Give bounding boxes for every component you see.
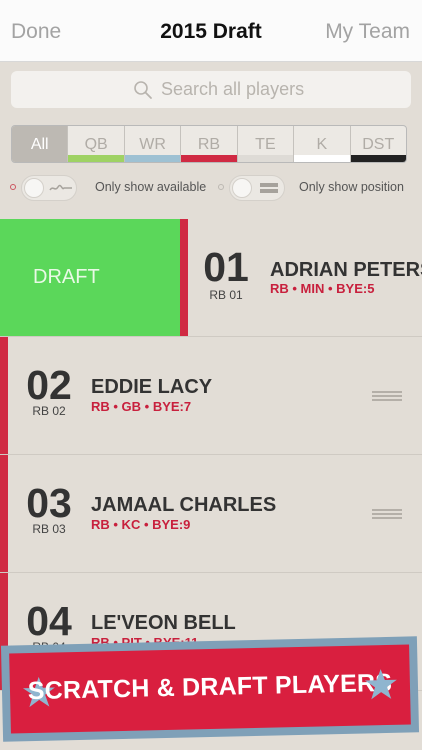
only-position-label: Only show position	[299, 180, 404, 194]
segment-dst[interactable]: DST	[350, 126, 406, 162]
position-filter: All QB WR RB TE K DST	[11, 125, 407, 163]
promo-banner: SCRATCH & DRAFT PLAYERS	[0, 636, 420, 742]
segment-qb[interactable]: QB	[68, 126, 125, 162]
player-rank: 04	[26, 598, 72, 644]
segment-color-bar	[294, 155, 350, 162]
draft-button[interactable]: DRAFT	[0, 219, 180, 336]
position-color-bar	[0, 455, 8, 572]
search-placeholder: Search all players	[161, 79, 305, 99]
segment-label: All	[30, 136, 49, 153]
toggle-row: Only show available Only show position	[0, 175, 422, 201]
toggle-knob	[24, 178, 44, 198]
my-team-button[interactable]: My Team	[325, 20, 410, 44]
player-info: RB • KC • BYE:9	[91, 517, 191, 532]
position-rank: RB 01	[209, 288, 243, 302]
segment-all[interactable]: All	[12, 126, 69, 162]
segment-label: RB	[197, 136, 221, 153]
search-input[interactable]: Search all players	[11, 71, 411, 108]
search-icon	[134, 81, 152, 99]
indicator-dot	[218, 184, 224, 190]
segment-label: K	[316, 136, 328, 153]
player-name: LE'VEON BELL	[91, 612, 236, 634]
segment-label: WR	[139, 136, 166, 153]
toggle-knob	[232, 178, 252, 198]
banner-body: SCRATCH & DRAFT PLAYERS	[9, 644, 411, 734]
banner-title: SCRATCH & DRAFT PLAYERS	[27, 668, 393, 706]
player-name: EDDIE LACY	[91, 376, 213, 398]
segment-rb[interactable]: RB	[181, 126, 238, 162]
segment-label: TE	[255, 136, 276, 153]
segment-label: DST	[362, 136, 395, 153]
indicator-dot	[10, 184, 16, 190]
segment-color-bar	[68, 155, 124, 162]
position-rank: RB 03	[32, 522, 66, 536]
player-row[interactable]: 02 RB 02 EDDIE LACY RB • GB • BYE:7	[0, 337, 422, 455]
position-rank: RB 02	[32, 404, 66, 418]
player-rank: 02	[26, 362, 72, 408]
segment-color-bar	[181, 155, 237, 162]
segment-label: QB	[84, 136, 108, 153]
segment-te[interactable]: TE	[237, 126, 295, 162]
draft-label: DRAFT	[33, 266, 100, 288]
only-available-label: Only show available	[95, 180, 207, 194]
only-position-toggle[interactable]	[229, 175, 285, 201]
player-rank: 03	[26, 480, 72, 526]
drag-handle-icon[interactable]	[372, 509, 402, 519]
done-button[interactable]: Done	[11, 20, 61, 44]
player-name: ADRIAN PETERSON	[270, 259, 422, 281]
player-name: JAMAAL CHARLES	[91, 494, 277, 516]
drag-handle-icon[interactable]	[372, 391, 402, 401]
player-rank: 01	[203, 244, 249, 290]
signature-icon	[49, 184, 72, 191]
position-color-bar	[0, 337, 8, 454]
list-icon	[260, 183, 278, 193]
segment-color-bar	[237, 155, 294, 162]
player-info: RB • MIN • BYE:5	[270, 281, 375, 296]
segment-wr[interactable]: WR	[124, 126, 182, 162]
navigation-bar: Done 2015 Draft My Team	[0, 0, 422, 62]
segment-k[interactable]: K	[294, 126, 351, 162]
segment-color-bar	[124, 155, 181, 162]
segment-color-bar	[350, 155, 406, 162]
player-info: RB • GB • BYE:7	[91, 399, 192, 414]
position-color-bar	[180, 219, 188, 336]
player-row[interactable]: 03 RB 03 JAMAAL CHARLES RB • KC • BYE:9	[0, 455, 422, 573]
only-available-toggle[interactable]	[21, 175, 77, 201]
star-icon	[364, 669, 397, 700]
player-row[interactable]: DRAFT 01 RB 01 ADRIAN PETERSON RB • MIN …	[0, 219, 422, 337]
